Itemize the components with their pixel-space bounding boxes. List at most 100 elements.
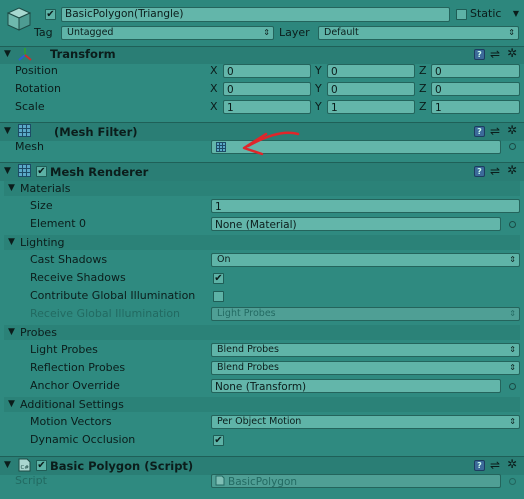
reflection-probes-label: Reflection Probes [30, 361, 126, 374]
tag-label: Tag [34, 26, 53, 39]
dynamic-occlusion-checkbox[interactable]: ✔ [213, 435, 224, 446]
tag-dropdown[interactable]: Untagged ⇕ [61, 26, 274, 40]
material-element-label: Element 0 [30, 217, 87, 230]
cast-shadows-value: On [217, 254, 231, 265]
material-element-field[interactable]: None (Material) [211, 217, 501, 231]
checkmark-icon: ✔ [37, 166, 46, 177]
position-x-input[interactable]: 0 [223, 64, 311, 78]
motion-vectors-label: Motion Vectors [30, 415, 112, 428]
mesh-label: Mesh [15, 140, 44, 153]
dropdown-arrow-icon: ⇕ [509, 417, 516, 426]
checkmark-icon: ✔ [214, 273, 223, 284]
scale-y-label[interactable]: Y [315, 100, 322, 114]
mesh-renderer-enabled-toggle[interactable]: ✔ [36, 166, 47, 177]
gear-icon[interactable]: ✲ [507, 123, 517, 137]
gear-icon[interactable]: ✲ [507, 457, 517, 471]
script-component-title: Basic Polygon (Script) [50, 459, 194, 473]
contribute-gi-label: Contribute Global Illumination [30, 289, 196, 302]
mesh-renderer-icon [18, 164, 31, 177]
light-probes-dropdown[interactable]: Blend Probes ⇕ [211, 343, 520, 357]
lighting-foldout-icon[interactable]: ▼ [8, 237, 15, 247]
layer-dropdown-value: Default [324, 27, 359, 38]
contribute-gi-checkbox[interactable] [213, 291, 224, 302]
receive-gi-dropdown: Light Probes ⇕ [211, 307, 520, 321]
object-picker-icon[interactable] [509, 221, 516, 228]
annotation-arrow [242, 131, 300, 156]
dynamic-occlusion-label: Dynamic Occlusion [30, 433, 136, 446]
materials-section-header[interactable] [4, 181, 520, 196]
position-label: Position [15, 64, 58, 77]
object-name-input[interactable]: BasicPolygon(Triangle) [61, 7, 450, 22]
checkmark-icon: ✔ [46, 9, 55, 20]
script-object-field: BasicPolygon [211, 474, 501, 488]
motion-vectors-dropdown[interactable]: Per Object Motion ⇕ [211, 415, 520, 429]
position-y-label[interactable]: Y [315, 64, 322, 78]
reflection-probes-dropdown[interactable]: Blend Probes ⇕ [211, 361, 520, 375]
layer-label: Layer [279, 26, 310, 39]
lighting-section-header[interactable] [4, 235, 520, 250]
script-foldout-icon[interactable]: ▼ [4, 460, 11, 470]
cast-shadows-label: Cast Shadows [30, 253, 108, 266]
object-picker-icon[interactable] [509, 143, 516, 150]
dropdown-arrow-icon: ⇕ [509, 363, 516, 372]
transform-title: Transform [50, 47, 116, 61]
dropdown-arrow-icon: ⇕ [508, 28, 515, 37]
dropdown-arrow-icon: ⇕ [509, 345, 516, 354]
rotation-z-input[interactable]: 0 [431, 82, 520, 96]
cast-shadows-dropdown[interactable]: On ⇕ [211, 253, 520, 267]
scale-label: Scale [15, 100, 45, 113]
scale-z-label[interactable]: Z [419, 100, 427, 114]
mesh-filter-foldout-icon[interactable]: ▼ [4, 126, 11, 136]
probes-section-header[interactable] [4, 325, 520, 340]
scale-y-input[interactable]: 1 [327, 100, 415, 114]
help-icon[interactable]: ? [474, 126, 485, 137]
scale-x-input[interactable]: 1 [223, 100, 311, 114]
materials-size-input[interactable]: 1 [211, 199, 520, 213]
help-icon[interactable]: ? [474, 460, 485, 471]
mesh-grid-icon [18, 124, 31, 137]
anchor-override-field[interactable]: None (Transform) [211, 379, 501, 393]
checkmark-icon: ✔ [214, 435, 223, 446]
probes-foldout-icon[interactable]: ▼ [8, 327, 15, 337]
dropdown-arrow-icon: ⇕ [509, 309, 516, 318]
rotation-y-input[interactable]: 0 [327, 82, 415, 96]
sliders-icon[interactable]: ⇌ [490, 164, 500, 178]
active-toggle[interactable]: ✔ [45, 9, 56, 20]
help-icon[interactable]: ? [474, 166, 485, 177]
position-z-label[interactable]: Z [419, 64, 427, 78]
sliders-icon[interactable]: ⇌ [490, 47, 500, 61]
materials-foldout-icon[interactable]: ▼ [8, 183, 15, 193]
transform-foldout-icon[interactable]: ▼ [4, 49, 11, 59]
script-enabled-toggle[interactable]: ✔ [36, 460, 47, 471]
layer-dropdown[interactable]: Default ⇕ [318, 26, 519, 40]
position-y-input[interactable]: 0 [327, 64, 415, 78]
gear-icon[interactable]: ✲ [507, 163, 517, 177]
dropdown-arrow-icon: ⇕ [509, 255, 516, 264]
rotation-x-label[interactable]: X [210, 82, 218, 96]
position-x-label[interactable]: X [210, 64, 218, 78]
sliders-icon[interactable]: ⇌ [490, 124, 500, 138]
additional-settings-foldout-icon[interactable]: ▼ [8, 399, 15, 409]
receive-gi-label: Receive Global Illumination [30, 307, 181, 320]
rotation-x-input[interactable]: 0 [223, 82, 311, 96]
position-z-input[interactable]: 0 [431, 64, 520, 78]
transform-axes-icon [18, 48, 32, 61]
static-dropdown-arrow[interactable]: ▼ [509, 8, 520, 22]
materials-size-label: Size [30, 199, 53, 212]
gear-icon[interactable]: ✲ [507, 46, 517, 60]
object-picker-icon[interactable] [509, 383, 516, 390]
mesh-renderer-foldout-icon[interactable]: ▼ [4, 166, 11, 176]
receive-shadows-checkbox[interactable]: ✔ [213, 273, 224, 284]
reflection-probes-value: Blend Probes [217, 362, 279, 373]
anchor-override-label: Anchor Override [30, 379, 120, 392]
scale-x-label[interactable]: X [210, 100, 218, 114]
tag-dropdown-value: Untagged [67, 27, 114, 38]
help-icon[interactable]: ? [474, 49, 485, 60]
rotation-z-label[interactable]: Z [419, 82, 427, 96]
scale-z-input[interactable]: 1 [431, 100, 520, 114]
sliders-icon[interactable]: ⇌ [490, 458, 500, 472]
static-checkbox[interactable] [456, 9, 467, 20]
csharp-script-icon: C# [18, 458, 31, 472]
rotation-y-label[interactable]: Y [315, 82, 322, 96]
light-probes-value: Blend Probes [217, 344, 279, 355]
